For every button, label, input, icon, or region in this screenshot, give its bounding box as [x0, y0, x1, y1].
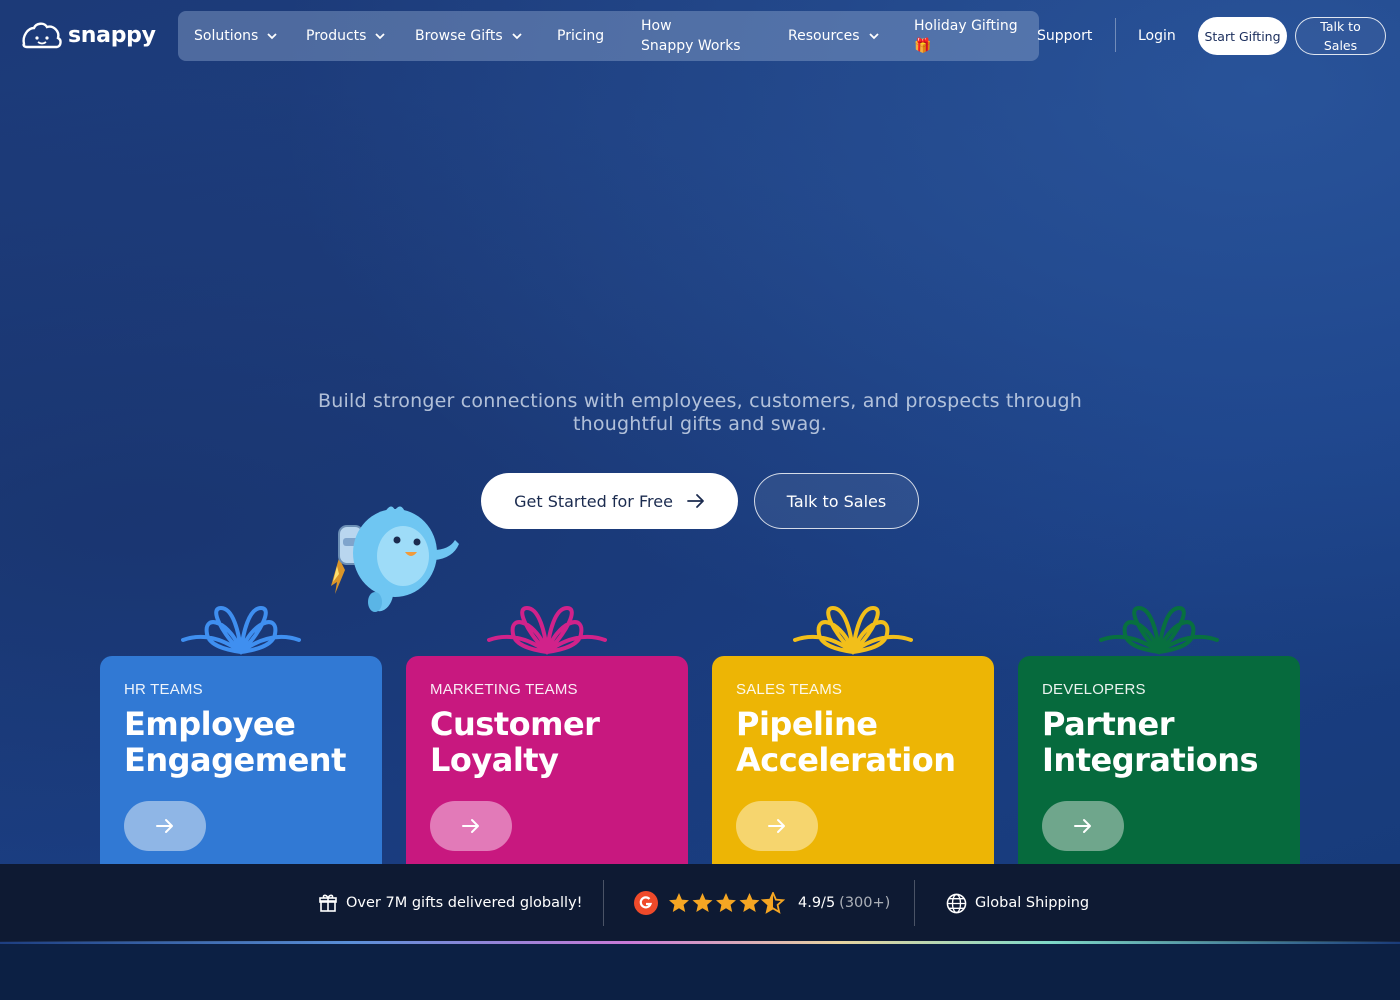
- get-started-label: Get Started for Free: [514, 491, 673, 511]
- nav-how-snappy-works[interactable]: How Snappy Works: [641, 16, 741, 56]
- bottom-section: [0, 944, 1400, 1000]
- card-title-line1: Partner: [1042, 705, 1175, 743]
- start-gifting-button[interactable]: Start Gifting: [1198, 17, 1287, 55]
- nav-browse-gifts[interactable]: Browse Gifts: [415, 26, 523, 46]
- stat-gifts-label: Over 7M gifts delivered globally!: [346, 895, 583, 911]
- arrow-right-icon: [687, 494, 704, 508]
- nav-how-label-line1: How: [641, 18, 672, 34]
- card-arrow-button[interactable]: [124, 801, 206, 851]
- card-title-line2: Engagement: [124, 741, 346, 779]
- stat-rating: 4.9/5 (300+): [634, 864, 890, 942]
- card-title: Pipeline Acceleration: [736, 706, 970, 778]
- card-title-line1: Employee: [124, 705, 296, 743]
- nav-how-label-line2: Snappy Works: [641, 38, 741, 54]
- nav-support-label: Support: [1037, 28, 1093, 44]
- stat-divider: [603, 880, 604, 926]
- gift-icon: [319, 894, 337, 912]
- card-title-line2: Acceleration: [736, 741, 956, 779]
- arrow-right-icon: [462, 819, 479, 833]
- stats-bar: Over 7M gifts delivered globally! 4.9/5 …: [0, 864, 1400, 942]
- card-hr-teams[interactable]: HR TEAMS Employee Engagement: [100, 656, 382, 866]
- card-team-label: HR TEAMS: [124, 681, 203, 698]
- card-team-label: MARKETING TEAMS: [430, 681, 578, 698]
- gift-emoji-icon: 🎁: [914, 38, 932, 54]
- nav-resources[interactable]: Resources: [788, 26, 880, 46]
- nav-login-label: Login: [1138, 28, 1176, 44]
- card-title-line1: Pipeline: [736, 705, 878, 743]
- card-title: Partner Integrations: [1042, 706, 1276, 778]
- chevron-down-icon: [512, 33, 522, 40]
- chevron-down-icon: [267, 33, 277, 40]
- card-title-line1: Customer: [430, 705, 600, 743]
- rating-count: (300+): [839, 895, 891, 911]
- g2-logo-icon: [634, 891, 658, 915]
- nav-divider: [1115, 18, 1116, 52]
- nav-solutions-label: Solutions: [194, 28, 259, 44]
- card-arrow-button[interactable]: [1042, 801, 1124, 851]
- card-title-line2: Integrations: [1042, 741, 1259, 779]
- globe-icon: [946, 893, 967, 913]
- jetpack-mascot-illustration: [331, 506, 459, 612]
- arrow-right-icon: [768, 819, 785, 833]
- nav-pricing[interactable]: Pricing: [557, 26, 604, 46]
- site-header: snappy Solutions Products Browse Gifts P…: [0, 0, 1400, 72]
- card-title: Customer Loyalty: [430, 706, 664, 778]
- card-bow-sales: [793, 605, 913, 655]
- nav-holiday-gifting[interactable]: Holiday Gifting 🎁: [914, 16, 1018, 56]
- nav-holiday-label: Holiday Gifting: [914, 18, 1018, 34]
- talk-to-sales-hero-button[interactable]: Talk to Sales: [754, 473, 919, 529]
- arrow-right-icon: [156, 819, 173, 833]
- chevron-down-icon: [375, 33, 386, 40]
- card-title: Employee Engagement: [124, 706, 358, 778]
- arrow-right-icon: [1074, 819, 1091, 833]
- chevron-down-icon: [868, 33, 879, 40]
- stat-gifts-delivered: Over 7M gifts delivered globally!: [318, 864, 582, 942]
- card-sales-teams[interactable]: SALES TEAMS Pipeline Acceleration: [712, 656, 994, 866]
- stat-global-shipping: Global Shipping: [946, 864, 1089, 942]
- hero-subtitle: Build stronger connections with employee…: [318, 390, 1082, 435]
- nav-products[interactable]: Products: [306, 26, 386, 46]
- card-team-label: DEVELOPERS: [1042, 681, 1146, 698]
- nav-products-label: Products: [306, 28, 367, 44]
- nav-solutions[interactable]: Solutions: [194, 26, 278, 46]
- get-started-button[interactable]: Get Started for Free: [481, 473, 738, 529]
- nav-resources-label: Resources: [788, 28, 860, 44]
- snappy-logo[interactable]: snappy: [20, 20, 156, 50]
- card-title-line2: Loyalty: [430, 741, 559, 779]
- card-team-label: SALES TEAMS: [736, 681, 843, 698]
- nav-support[interactable]: Support: [1037, 26, 1092, 46]
- card-marketing-teams[interactable]: MARKETING TEAMS Customer Loyalty: [406, 656, 688, 866]
- nav-pricing-label: Pricing: [557, 28, 605, 44]
- rating-stars-icon: [669, 892, 786, 914]
- snappy-mascot-icon: [22, 22, 62, 49]
- nav-login[interactable]: Login: [1138, 26, 1176, 46]
- nav-browse-gifts-label: Browse Gifts: [415, 28, 503, 44]
- card-bow-developers: [1099, 605, 1219, 655]
- card-arrow-button[interactable]: [736, 801, 818, 851]
- card-arrow-button[interactable]: [430, 801, 512, 851]
- brand-name: snappy: [68, 22, 156, 48]
- rating-value: 4.9/5: [798, 895, 836, 911]
- talk-to-sales-header-button[interactable]: Talk to Sales: [1295, 17, 1386, 55]
- stat-divider: [914, 880, 915, 926]
- stat-shipping-label: Global Shipping: [975, 895, 1090, 911]
- card-bow-marketing: [487, 605, 607, 655]
- card-bow-hr: [181, 605, 301, 655]
- card-developers[interactable]: DEVELOPERS Partner Integrations: [1018, 656, 1300, 866]
